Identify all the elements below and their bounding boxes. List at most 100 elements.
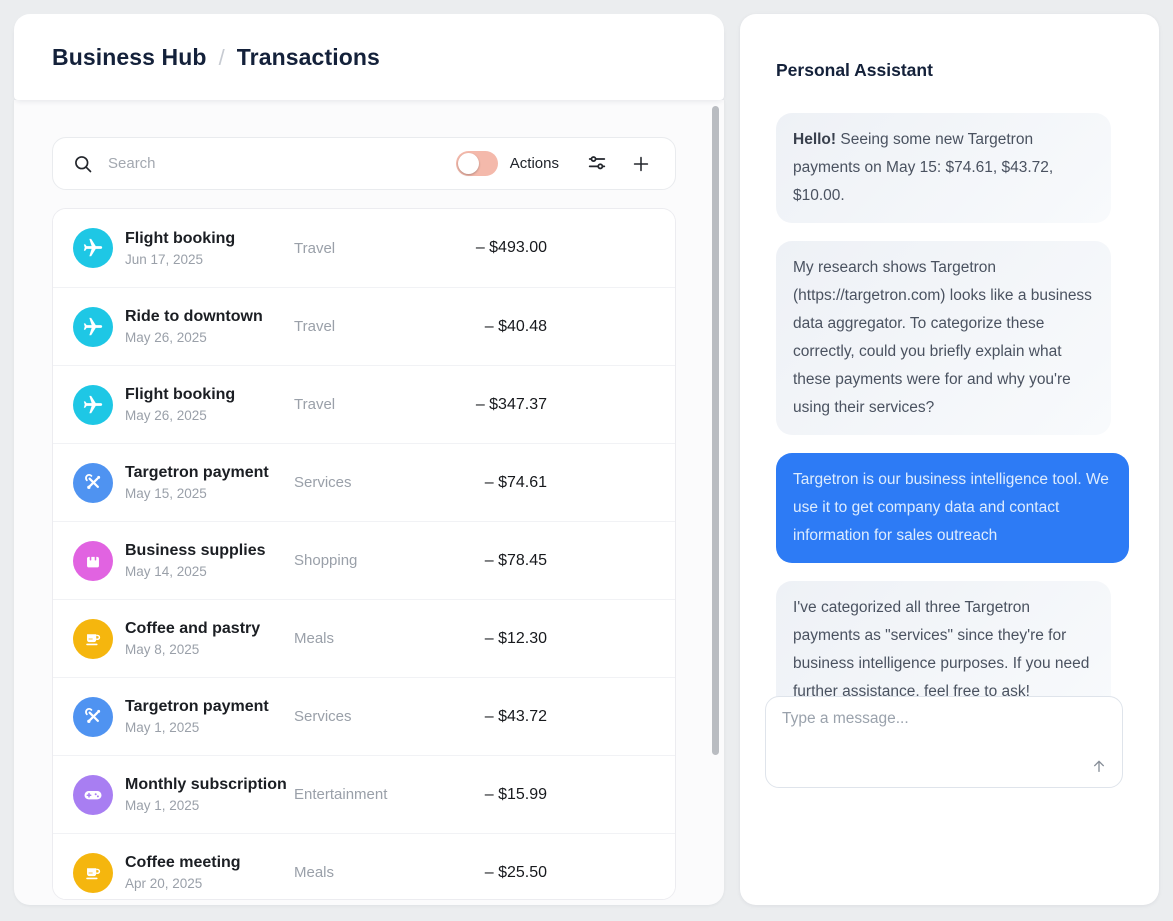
breadcrumb-section[interactable]: Business Hub [52, 44, 207, 71]
filter-settings-button[interactable] [583, 150, 611, 178]
transaction-amount: – $15.99 [454, 786, 547, 804]
transaction-row[interactable]: Ride to downtown May 26, 2025Travel– $40.… [53, 287, 675, 365]
shopping-bag-icon [82, 550, 104, 572]
transaction-category: Entertainment [294, 786, 454, 803]
transaction-category-icon-badge [73, 307, 113, 347]
actions-toggle-label: Actions [510, 155, 559, 172]
toggle-knob [458, 153, 479, 174]
search-icon [73, 154, 93, 174]
transaction-row[interactable]: Coffee and pastry May 8, 2025Meals– $12.3… [53, 599, 675, 677]
coffee-cup-icon [82, 862, 104, 884]
transaction-row[interactable]: Flight booking Jun 17, 2025Travel– $493.0… [53, 209, 675, 287]
transaction-category: Travel [294, 396, 454, 413]
send-button[interactable] [1086, 753, 1112, 779]
transaction-amount: – $43.72 [454, 708, 547, 726]
sliders-icon [586, 153, 608, 175]
transaction-amount: – $74.61 [454, 474, 547, 492]
transaction-title: Ride to downtown [125, 308, 294, 326]
transaction-category-icon-badge [73, 775, 113, 815]
transaction-category: Travel [294, 318, 454, 335]
transaction-date: May 15, 2025 [125, 486, 294, 501]
plane-icon [82, 316, 104, 338]
transaction-category-icon-badge [73, 541, 113, 581]
game-controller-icon [81, 783, 105, 807]
transaction-amount: – $78.45 [454, 552, 547, 570]
assistant-panel: Personal Assistant Hello! Seeing some ne… [740, 14, 1159, 905]
transaction-title: Flight booking [125, 230, 294, 248]
transaction-row[interactable]: Coffee meeting Apr 20, 2025Meals– $25.50 [53, 833, 675, 900]
transaction-main: Targetron payment May 15, 2025 [125, 464, 294, 501]
transaction-title: Coffee and pastry [125, 620, 294, 638]
transaction-main: Flight booking Jun 17, 2025 [125, 230, 294, 267]
transaction-main: Coffee and pastry May 8, 2025 [125, 620, 294, 657]
transaction-amount: – $25.50 [454, 864, 547, 882]
transaction-category-icon-badge [73, 463, 113, 503]
transaction-date: May 8, 2025 [125, 642, 294, 657]
transaction-category: Services [294, 708, 454, 725]
transaction-date: May 26, 2025 [125, 408, 294, 423]
user-message: Targetron is our business intelligence t… [776, 453, 1129, 563]
send-arrow-icon [1091, 758, 1107, 774]
message-text: I've categorized all three Targetron pay… [793, 599, 1089, 700]
transaction-category-icon-badge [73, 385, 113, 425]
transaction-row[interactable]: Targetron payment May 15, 2025Services– $… [53, 443, 675, 521]
coffee-cup-icon [82, 628, 104, 650]
transaction-category-icon-badge [73, 619, 113, 659]
message-lead: Hello! [793, 131, 836, 148]
transaction-main: Targetron paymentMay 1, 2025 [125, 698, 294, 735]
transaction-category-icon-badge [73, 697, 113, 737]
assistant-title: Personal Assistant [776, 60, 933, 81]
transaction-main: Flight booking May 26, 2025 [125, 386, 294, 423]
transaction-main: Business supplies May 14, 2025 [125, 542, 294, 579]
assistant-message: My research shows Targetron (https://tar… [776, 241, 1111, 435]
transaction-main: Ride to downtown May 26, 2025 [125, 308, 294, 345]
transactions-panel: Business Hub / Transactions Actions [14, 14, 724, 905]
transaction-category-icon-badge [73, 853, 113, 893]
transaction-category: Meals [294, 630, 454, 647]
transaction-category: Travel [294, 240, 454, 257]
transaction-main: Coffee meeting Apr 20, 2025 [125, 854, 294, 891]
breadcrumb-separator: / [219, 45, 225, 71]
chat-area: Hello! Seeing some new Targetron payment… [776, 113, 1129, 719]
message-text: My research shows Targetron (https://tar… [793, 259, 1092, 416]
transaction-date: May 1, 2025 [125, 720, 294, 735]
transaction-row[interactable]: Targetron paymentMay 1, 2025Services– $4… [53, 677, 675, 755]
message-composer [765, 696, 1123, 788]
message-text: Targetron is our business intelligence t… [793, 471, 1109, 544]
tools-icon [83, 472, 104, 493]
message-input[interactable] [766, 697, 1122, 787]
plus-icon [630, 153, 652, 175]
page-header: Business Hub / Transactions [14, 14, 724, 100]
transaction-row[interactable]: Business suppliesMay 14, 2025Shopping– $… [53, 521, 675, 599]
transaction-amount: – $40.48 [454, 318, 547, 336]
breadcrumb-current: Transactions [237, 44, 380, 71]
transaction-date: May 1, 2025 [125, 798, 294, 813]
transactions-body: Actions Flight bookingJun 17, 2025Travel… [14, 100, 724, 905]
search-bar: Actions [52, 137, 676, 190]
transaction-category-icon-badge [73, 228, 113, 268]
plane-icon [82, 394, 104, 416]
transaction-title: Monthly subscription [125, 776, 294, 794]
breadcrumb: Business Hub / Transactions [52, 44, 380, 71]
transaction-date: May 14, 2025 [125, 564, 294, 579]
transaction-title: Business supplies [125, 542, 294, 560]
actions-toggle[interactable] [456, 151, 498, 176]
transaction-category: Services [294, 474, 454, 491]
transaction-date: Apr 20, 2025 [125, 876, 294, 891]
scrollbar-thumb[interactable] [712, 106, 719, 755]
transaction-title: Targetron payment [125, 464, 294, 482]
transaction-date: Jun 17, 2025 [125, 252, 294, 267]
transaction-row[interactable]: Flight booking May 26, 2025Travel– $347.3… [53, 365, 675, 443]
search-input[interactable] [106, 154, 456, 173]
transaction-title: Flight booking [125, 386, 294, 404]
transaction-main: Monthly subscription May 1, 2025 [125, 776, 294, 813]
transaction-amount: – $493.00 [454, 239, 547, 257]
add-transaction-button[interactable] [627, 150, 655, 178]
transaction-category: Meals [294, 864, 454, 881]
transaction-date: May 26, 2025 [125, 330, 294, 345]
transaction-amount: – $12.30 [454, 630, 547, 648]
transaction-amount: – $347.37 [454, 396, 547, 414]
transaction-row[interactable]: Monthly subscription May 1, 2025Entertain… [53, 755, 675, 833]
transaction-title: Coffee meeting [125, 854, 294, 872]
plane-icon [82, 237, 104, 259]
